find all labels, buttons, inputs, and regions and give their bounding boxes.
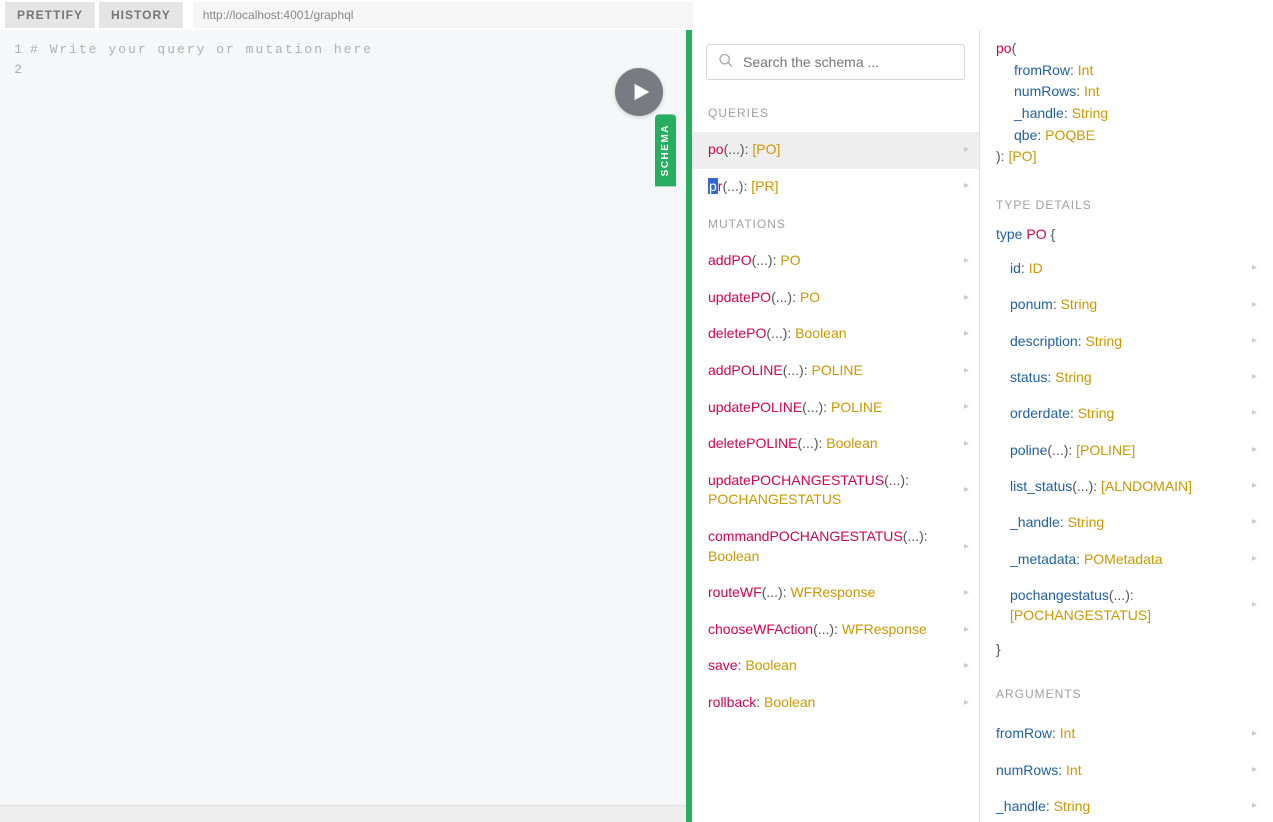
mutation-row-updatePOCHANGESTATUS[interactable]: updatePOCHANGESTATUS(...): POCHANGESTATU…	[692, 463, 979, 519]
field-list_status[interactable]: list_status(...): [ALNDOMAIN]▸	[996, 468, 1257, 504]
chevron-right-icon: ▸	[1252, 598, 1257, 613]
sig-name: po	[996, 40, 1012, 56]
chevron-right-icon: ▸	[1252, 726, 1257, 741]
code-content: # Write your query or mutation here	[30, 40, 686, 805]
chevron-right-icon: ▸	[964, 400, 969, 414]
prettify-button[interactable]: PRETTIFY	[5, 2, 95, 28]
field-poline[interactable]: poline(...): [POLINE]▸	[996, 432, 1257, 468]
chevron-right-icon: ▸	[964, 696, 969, 710]
mutation-row-commandPOCHANGESTATUS[interactable]: commandPOCHANGESTATUS(...): Boolean▸	[692, 519, 979, 575]
mutations-header: MUTATIONS	[692, 205, 979, 243]
field-id[interactable]: id: ID▸	[996, 250, 1257, 286]
type-declaration: type PO {	[996, 226, 1257, 242]
variables-bar[interactable]	[0, 805, 686, 822]
argument-numRows[interactable]: numRows: Int▸	[996, 752, 1257, 788]
chevron-right-icon: ▸	[1252, 406, 1257, 421]
play-icon	[630, 81, 652, 103]
sig-param-numRows: numRows: Int	[996, 81, 1257, 103]
schema-search-input[interactable]	[706, 44, 965, 80]
chevron-right-icon: ▸	[1252, 799, 1257, 814]
schema-list: QUERIES po(...): [PO]▸pr(...): [PR]▸ MUT…	[692, 94, 979, 822]
chevron-right-icon: ▸	[964, 179, 969, 193]
signature: po( fromRow: IntnumRows: Int_handle: Str…	[996, 30, 1257, 168]
mutation-row-addPOLINE[interactable]: addPOLINE(...): POLINE▸	[692, 353, 979, 390]
chevron-right-icon: ▸	[964, 254, 969, 268]
mutation-row-chooseWFAction[interactable]: chooseWFAction(...): WFResponse▸	[692, 612, 979, 649]
field-orderdate[interactable]: orderdate: String▸	[996, 395, 1257, 431]
argument-fromRow[interactable]: fromRow: Int▸	[996, 715, 1257, 751]
chevron-right-icon: ▸	[964, 327, 969, 341]
type-name: PO	[1026, 226, 1046, 242]
field-_metadata[interactable]: _metadata: POMetadata▸	[996, 541, 1257, 577]
chevron-right-icon: ▸	[1252, 370, 1257, 385]
queries-header: QUERIES	[692, 94, 979, 132]
query-row-pr[interactable]: pr(...): [PR]▸	[692, 169, 979, 206]
endpoint-url-input[interactable]	[193, 2, 693, 28]
sig-param-qbe: qbe: POQBE	[996, 125, 1257, 147]
field-_handle[interactable]: _handle: String▸	[996, 504, 1257, 540]
mutation-row-rollback[interactable]: rollback: Boolean▸	[692, 685, 979, 722]
chevron-right-icon: ▸	[1252, 443, 1257, 458]
keyword: type	[996, 226, 1022, 242]
mutation-row-addPO[interactable]: addPO(...): PO▸	[692, 243, 979, 280]
mutation-row-deletePO[interactable]: deletePO(...): Boolean▸	[692, 316, 979, 353]
mutation-row-updatePOLINE[interactable]: updatePOLINE(...): POLINE▸	[692, 390, 979, 427]
paren: (	[1012, 40, 1017, 56]
search-icon	[718, 53, 734, 72]
chevron-right-icon: ▸	[1252, 551, 1257, 566]
line-number: 1	[0, 40, 22, 60]
chevron-right-icon: ▸	[964, 483, 969, 497]
editor-pane: 1 2 # Write your query or mutation here	[0, 30, 686, 822]
chevron-right-icon: ▸	[964, 364, 969, 378]
brace: }	[996, 641, 1001, 657]
argument-_handle[interactable]: _handle: String▸	[996, 788, 1257, 822]
history-button[interactable]: HISTORY	[99, 2, 183, 28]
chevron-right-icon: ▸	[1252, 297, 1257, 312]
chevron-right-icon: ▸	[964, 143, 969, 157]
chevron-right-icon: ▸	[964, 540, 969, 554]
field-status[interactable]: status: String▸	[996, 359, 1257, 395]
chevron-right-icon: ▸	[1252, 763, 1257, 778]
type-details-header: TYPE DETAILS	[996, 198, 1257, 212]
query-editor[interactable]: 1 2 # Write your query or mutation here	[0, 30, 686, 805]
sig-param-fromRow: fromRow: Int	[996, 60, 1257, 82]
chevron-right-icon: ▸	[964, 586, 969, 600]
sig-return-type[interactable]: [PO]	[1008, 148, 1036, 164]
line-gutter: 1 2	[0, 40, 30, 805]
field-ponum[interactable]: ponum: String▸	[996, 286, 1257, 322]
mutation-row-routeWF[interactable]: routeWF(...): WFResponse▸	[692, 575, 979, 612]
brace: {	[1050, 226, 1055, 242]
field-description[interactable]: description: String▸	[996, 323, 1257, 359]
chevron-right-icon: ▸	[1252, 261, 1257, 276]
schema-tab[interactable]: SCHEMA	[655, 114, 676, 186]
chevron-right-icon: ▸	[964, 437, 969, 451]
query-row-po[interactable]: po(...): [PO]▸	[692, 132, 979, 169]
toolbar: PRETTIFY HISTORY	[0, 0, 1273, 30]
chevron-right-icon: ▸	[964, 623, 969, 637]
details-pane: po( fromRow: IntnumRows: Int_handle: Str…	[980, 30, 1273, 822]
chevron-right-icon: ▸	[1252, 479, 1257, 494]
main-area: 1 2 # Write your query or mutation here …	[0, 30, 1273, 822]
execute-button[interactable]	[615, 68, 663, 116]
mutation-row-updatePO[interactable]: updatePO(...): PO▸	[692, 280, 979, 317]
mutation-row-save[interactable]: save: Boolean▸	[692, 648, 979, 685]
field-pochangestatus[interactable]: pochangestatus(...): [POCHANGESTATUS]▸	[996, 577, 1257, 634]
schema-pane: QUERIES po(...): [PO]▸pr(...): [PR]▸ MUT…	[692, 30, 980, 822]
line-number: 2	[0, 60, 22, 80]
mutation-row-deletePOLINE[interactable]: deletePOLINE(...): Boolean▸	[692, 426, 979, 463]
chevron-right-icon: ▸	[1252, 515, 1257, 530]
chevron-right-icon: ▸	[964, 291, 969, 305]
arguments-header: ARGUMENTS	[996, 687, 1257, 701]
sig-param-_handle: _handle: String	[996, 103, 1257, 125]
chevron-right-icon: ▸	[1252, 334, 1257, 349]
chevron-right-icon: ▸	[964, 659, 969, 673]
